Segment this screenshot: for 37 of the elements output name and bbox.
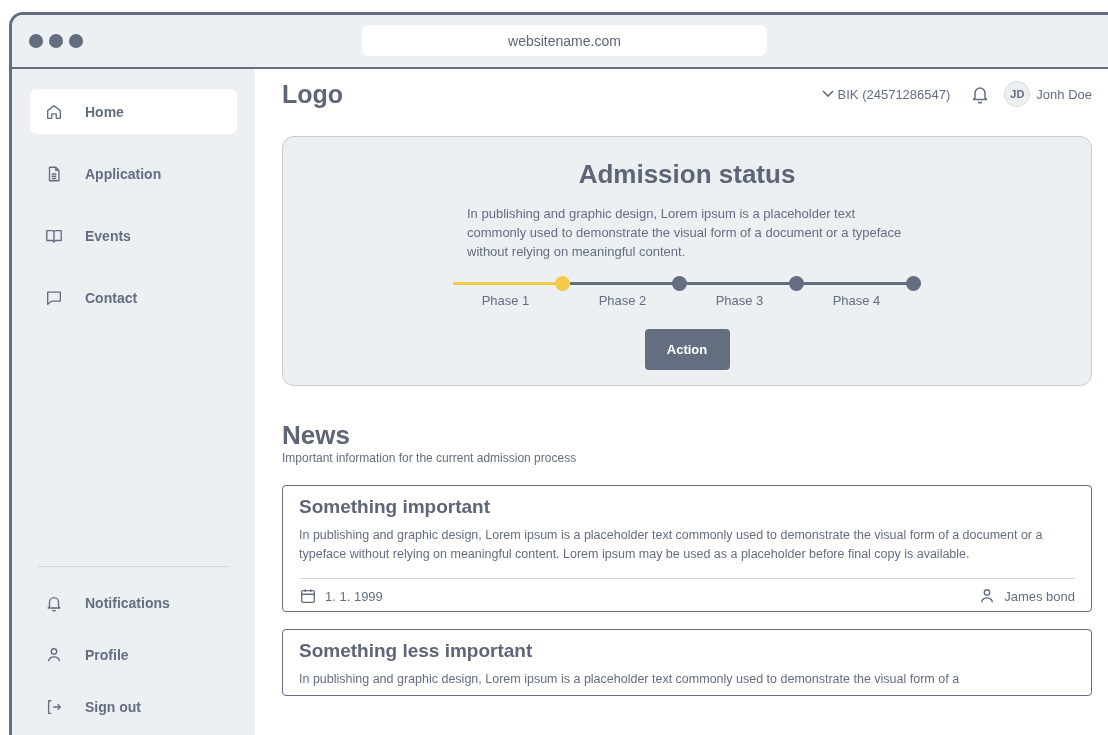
address-bar[interactable]: websitename.com [362, 25, 767, 56]
person-icon [45, 646, 63, 664]
nav-item[interactable]: Sign out [30, 685, 237, 729]
chat-icon [45, 288, 63, 307]
news-author: James bond [1004, 588, 1075, 604]
user-name: Jonh Doe [1036, 86, 1092, 102]
window-control-icon[interactable] [49, 34, 63, 48]
nav-item[interactable]: Home [30, 89, 237, 134]
window-control-icon[interactable] [29, 34, 43, 48]
home-icon [45, 102, 63, 121]
news-title: Something less important [299, 640, 534, 662]
action-button[interactable]: Action [644, 329, 730, 370]
chevron-down-icon [821, 90, 834, 98]
nav-item[interactable]: Contact [30, 275, 237, 320]
nav-item[interactable]: Application [30, 151, 237, 196]
logo: Logo [282, 79, 344, 109]
nav-item[interactable]: Profile [30, 633, 237, 677]
news-text: In publishing and graphic design, Lorem ipsum is a placeholder text commonly used to demonstrate the visual form of a document or a typeface without relying on meaningful content. Lorem ipsum may be used as a placeholder before final copy is available. [299, 527, 1044, 563]
section-subtitle: Important information for the current admission process [282, 451, 578, 465]
news-date: 1. 1. 1999 [325, 588, 383, 604]
calendar-icon [299, 587, 317, 605]
card-text: In publishing and graphic design, Lorem ipsum is a placeholder text commonly used to demonstrate the visual form of a document or a typeface without relying on meaningful content. [467, 205, 903, 261]
phase-label: Phase 3 [715, 293, 764, 308]
account-dropdown[interactable]: BIK (24571286547) [821, 86, 951, 102]
nav-item[interactable]: Notifications [30, 581, 237, 625]
card-title: Admission status [578, 159, 796, 190]
sign-out-icon [45, 698, 63, 716]
avatar[interactable]: JD [1004, 81, 1031, 107]
phase-label: Phase 4 [832, 293, 881, 308]
news-title: Something important [299, 496, 492, 518]
bell-icon [45, 594, 63, 612]
phase-label: Phase 1 [481, 293, 530, 308]
window-control-icon[interactable] [69, 34, 83, 48]
nav-item[interactable]: Events [30, 213, 237, 258]
phase-label: Phase 2 [598, 293, 647, 308]
news-text: In publishing and graphic design, Lorem ipsum is a placeholder text commonly used to demonstrate the visual form of a [299, 671, 961, 688]
section-title: News [282, 420, 351, 451]
